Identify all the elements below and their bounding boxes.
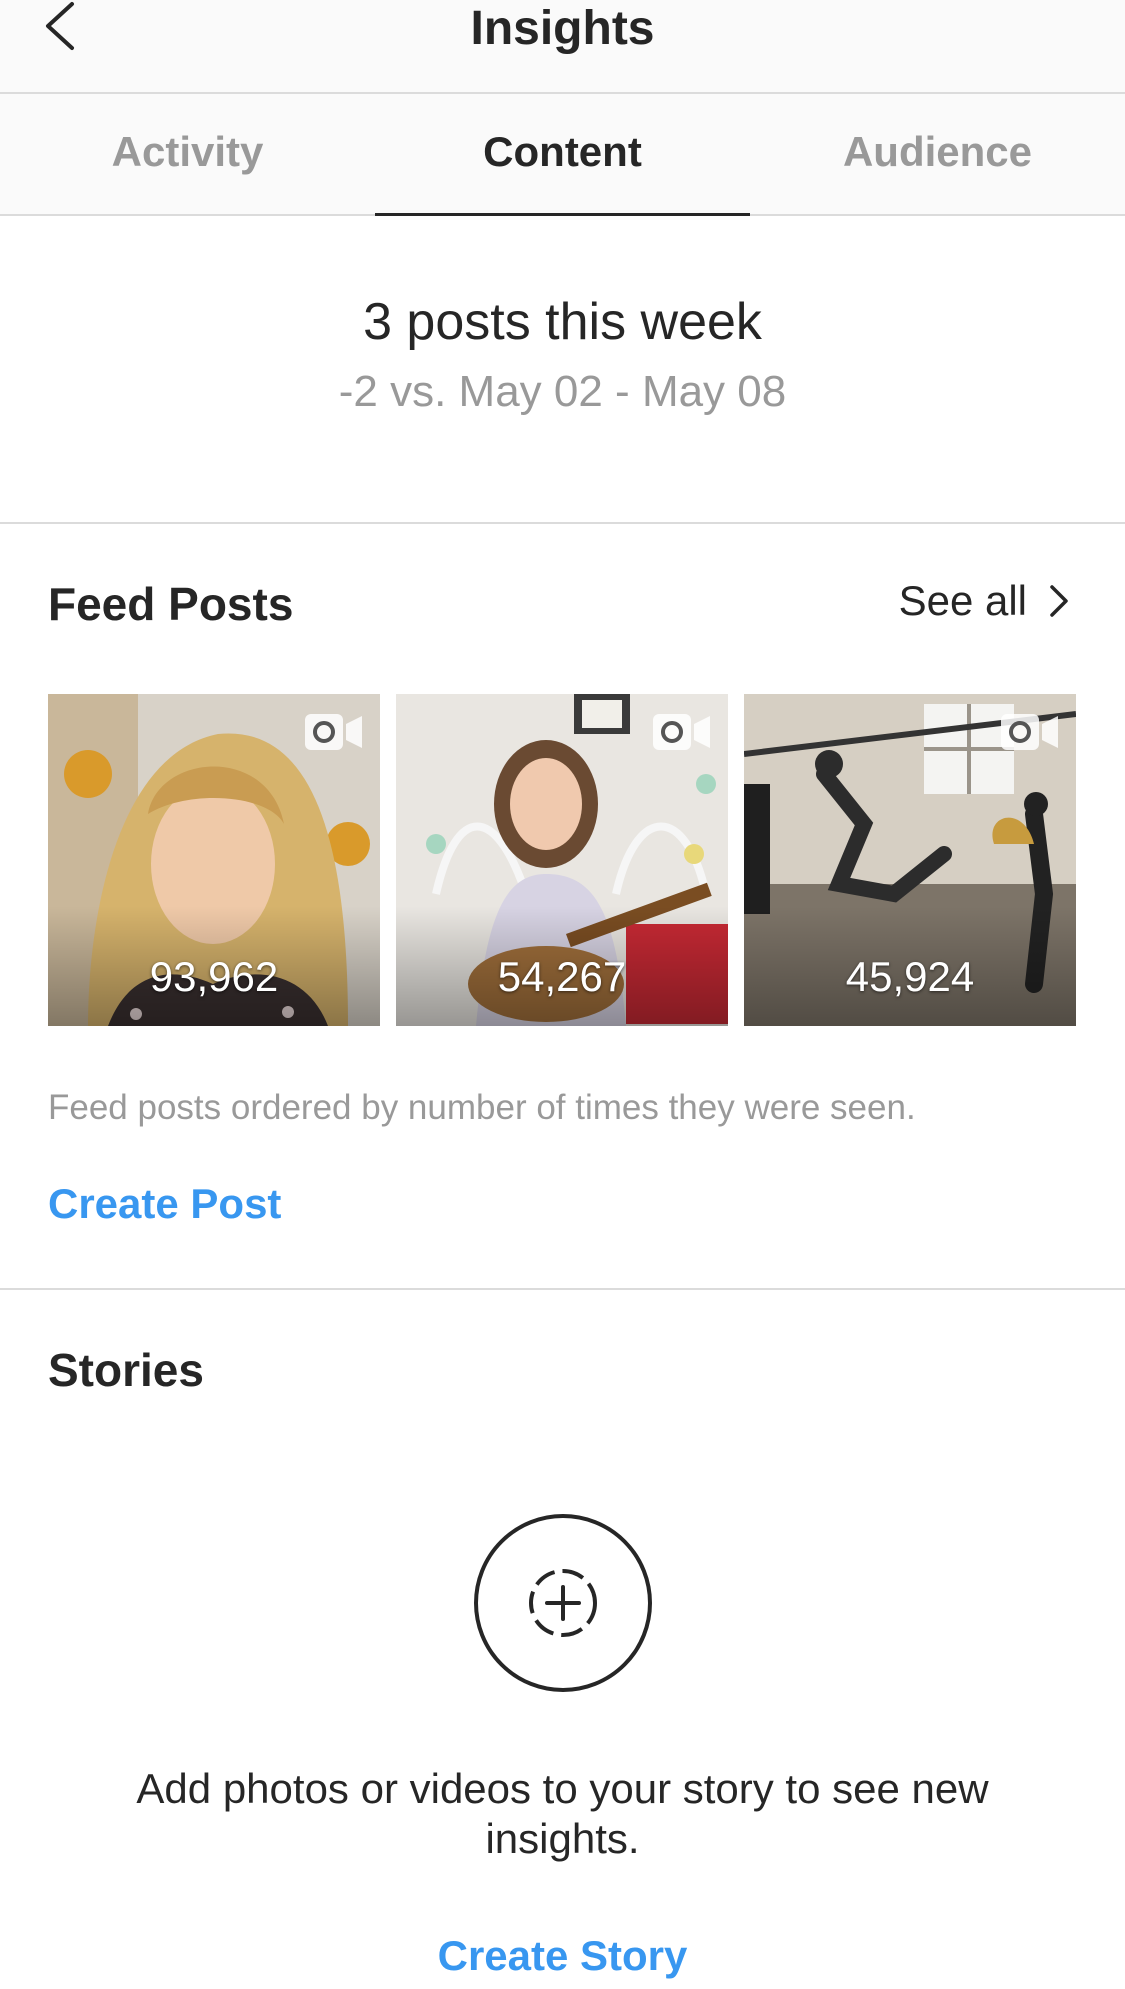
posts-summary: 3 posts this week -2 vs. May 02 - May 08 <box>0 216 1125 524</box>
section-title-feed-posts: Feed Posts <box>48 578 294 630</box>
stories-section: Stories Add photos or videos to your sto… <box>0 1290 1125 1989</box>
create-post-link[interactable]: Create Post <box>48 1178 281 1230</box>
video-camera-icon <box>1001 714 1058 750</box>
add-story-button[interactable] <box>474 1514 652 1692</box>
tab-audience[interactable]: Audience <box>750 94 1125 214</box>
post-view-count: 45,924 <box>845 953 975 1000</box>
section-title-stories: Stories <box>48 1344 204 1396</box>
page-title: Insights <box>470 2 655 55</box>
post-view-count: 54,267 <box>497 953 627 1000</box>
summary-count: 3 posts this week <box>363 293 762 351</box>
post-thumbnail[interactable]: 45,924 <box>744 694 1076 1026</box>
video-camera-icon <box>653 714 710 750</box>
video-camera-icon <box>305 714 362 750</box>
post-view-count: 93,962 <box>149 953 279 1000</box>
post-thumbnail[interactable]: 54,267 <box>396 694 728 1026</box>
see-all-label: See all <box>898 577 1027 624</box>
see-all-link[interactable]: See all <box>899 574 1069 628</box>
tab-content[interactable]: Content <box>375 94 750 216</box>
add-story-icon <box>529 1569 597 1637</box>
header-bar: Insights <box>0 0 1125 94</box>
feed-posts-note: Feed posts ordered by number of times th… <box>48 1088 916 1127</box>
tab-bar: Activity Content Audience <box>0 94 1125 216</box>
create-story-link[interactable]: Create Story <box>0 1930 1125 1982</box>
post-thumbnails: 93,962 54,267 45,924 <box>48 694 1078 1026</box>
chevron-right-icon <box>1050 585 1068 617</box>
stories-empty-message: Add photos or videos to your story to se… <box>136 1765 989 1862</box>
tab-activity[interactable]: Activity <box>0 94 375 214</box>
summary-comparison: -2 vs. May 02 - May 08 <box>338 367 787 416</box>
post-thumbnail[interactable]: 93,962 <box>48 694 380 1026</box>
feed-posts-section: Feed Posts See all 93,962 54,267 45,924 … <box>0 524 1125 1290</box>
